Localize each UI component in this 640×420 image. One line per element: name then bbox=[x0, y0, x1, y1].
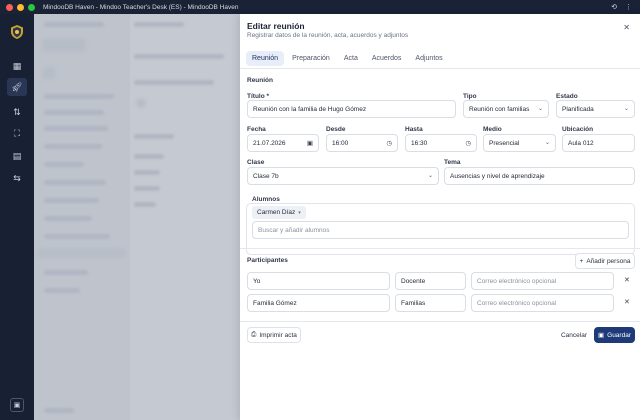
footer-divider bbox=[240, 321, 640, 322]
participant-email-input[interactable]: Correo electrónico opcional bbox=[471, 294, 614, 312]
clase-value: Clase 7b bbox=[253, 172, 279, 180]
scan-icon[interactable]: ⛶ bbox=[11, 127, 23, 139]
print-minutes-label: Imprimir acta bbox=[259, 331, 297, 339]
panel-tabs: Reunión Preparación Acta Acuerdos Adjunt… bbox=[246, 51, 449, 66]
participant-email-placeholder: Correo electrónico opcional bbox=[477, 277, 557, 285]
titulo-value: Reunión con la familia de Hugo Gómez bbox=[253, 105, 367, 113]
clase-select[interactable]: Clase 7b ⌄ bbox=[247, 167, 439, 185]
ubicacion-label: Ubicación bbox=[562, 126, 594, 133]
fecha-label: Fecha bbox=[247, 126, 266, 133]
participant-email-input[interactable]: Correo electrónico opcional bbox=[471, 272, 614, 290]
participantes-label: Participantes bbox=[247, 257, 288, 264]
tipo-label: Tipo bbox=[463, 93, 477, 100]
titulo-label: Título * bbox=[247, 93, 270, 100]
save-icon: ▣ bbox=[597, 332, 605, 339]
tab-acta[interactable]: Acta bbox=[338, 51, 364, 66]
medio-label: Medio bbox=[483, 126, 502, 133]
participant-role-value: Docente bbox=[401, 277, 426, 285]
printer-icon: ⎙ bbox=[251, 331, 257, 338]
medio-select[interactable]: Presencial ⌄ bbox=[483, 134, 556, 152]
tab-adjuntos[interactable]: Adjuntos bbox=[409, 51, 448, 66]
switch-icon[interactable]: ⇆ bbox=[11, 172, 23, 184]
save-label: Guardar bbox=[607, 331, 631, 339]
hasta-input[interactable]: 16:30 ◷ bbox=[405, 134, 477, 152]
rocket-icon[interactable]: 🚀︎ bbox=[7, 78, 27, 96]
remove-participant-icon[interactable]: ✕ bbox=[624, 298, 630, 306]
alumnos-label: Alumnos bbox=[252, 196, 280, 203]
alumnos-search-input[interactable]: Buscar y añadir alumnos bbox=[252, 221, 629, 239]
save-button[interactable]: ▣ Guardar bbox=[594, 327, 635, 343]
titlebar-menu-icon[interactable]: ⋮ bbox=[625, 3, 632, 11]
ubicacion-input[interactable]: Aula 012 bbox=[562, 134, 635, 152]
titulo-input[interactable]: Reunión con la familia de Hugo Gómez bbox=[247, 100, 456, 118]
plus-icon: + bbox=[579, 257, 584, 265]
medio-value: Presencial bbox=[489, 139, 520, 147]
estado-label: Estado bbox=[556, 93, 578, 100]
participant-role-input[interactable]: Familias bbox=[395, 294, 466, 312]
window-minimize-button[interactable] bbox=[17, 3, 24, 11]
estado-select[interactable]: Planificada ⌄ bbox=[556, 100, 635, 118]
clase-label: Clase bbox=[247, 159, 265, 166]
ubicacion-value: Aula 012 bbox=[568, 139, 594, 147]
participant-name-value: Yo bbox=[253, 277, 261, 285]
participant-name-value: Familia Gómez bbox=[253, 299, 297, 307]
settings-icon[interactable]: ▣ bbox=[10, 398, 24, 412]
participant-role-input[interactable]: Docente bbox=[395, 272, 466, 290]
clock-icon[interactable]: ◷ bbox=[465, 139, 471, 147]
tabs-divider bbox=[240, 68, 640, 69]
chevron-down-icon: ⌄ bbox=[537, 106, 543, 112]
participant-name-input[interactable]: Yo bbox=[247, 272, 390, 290]
close-icon[interactable]: ✕ bbox=[623, 23, 630, 32]
tipo-select[interactable]: Reunión con familias ⌄ bbox=[463, 100, 549, 118]
shield-logo-icon bbox=[11, 25, 23, 39]
window-close-button[interactable] bbox=[6, 3, 13, 11]
remove-participant-icon[interactable]: ✕ bbox=[624, 276, 630, 284]
section-title: Reunión bbox=[247, 77, 273, 84]
window-title: MindooDB Haven - Mindoo Teacher's Desk (… bbox=[43, 3, 239, 11]
fecha-value: 21.07.2026 bbox=[253, 139, 286, 147]
chevron-down-icon: ⌄ bbox=[427, 173, 433, 179]
participant-role-value: Familias bbox=[401, 299, 426, 307]
clock-icon[interactable]: ◷ bbox=[386, 139, 392, 147]
tema-input[interactable]: Ausencias y nivel de aprendizaje bbox=[444, 167, 635, 185]
alumnos-search-placeholder: Buscar y añadir alumnos bbox=[258, 226, 330, 234]
tema-value: Ausencias y nivel de aprendizaje bbox=[450, 172, 545, 180]
chevron-down-icon: ⌄ bbox=[544, 140, 550, 146]
student-chip-label: Carmen Díaz bbox=[257, 209, 296, 216]
section-divider bbox=[240, 248, 640, 249]
tab-preparacion[interactable]: Preparación bbox=[286, 51, 336, 66]
dashboard-grid-icon[interactable]: ▦ bbox=[11, 60, 23, 72]
window-maximize-button[interactable] bbox=[28, 3, 35, 11]
chevron-down-icon[interactable]: ▾ bbox=[298, 210, 301, 216]
calendar-icon[interactable]: ▣ bbox=[307, 139, 313, 147]
desde-value: 16:00 bbox=[332, 139, 349, 147]
tab-reunion[interactable]: Reunión bbox=[246, 51, 285, 66]
tab-acuerdos[interactable]: Acuerdos bbox=[366, 51, 408, 66]
tema-label: Tema bbox=[444, 159, 461, 166]
edit-meeting-panel: Editar reunión Registrar datos de la reu… bbox=[240, 14, 640, 420]
add-person-label: Añadir persona bbox=[586, 257, 631, 265]
student-chip[interactable]: Carmen Díaz ▾ bbox=[252, 206, 306, 219]
participant-email-placeholder: Correo electrónico opcional bbox=[477, 299, 557, 307]
tipo-value: Reunión con familias bbox=[469, 105, 530, 113]
participant-name-input[interactable]: Familia Gómez bbox=[247, 294, 390, 312]
panel-title: Editar reunión bbox=[247, 21, 305, 31]
estado-value: Planificada bbox=[562, 105, 594, 113]
titlebar-sync-icon[interactable]: ⟲ bbox=[611, 3, 617, 11]
desde-label: Desde bbox=[326, 126, 346, 133]
modal-backdrop[interactable] bbox=[34, 14, 240, 420]
add-person-button[interactable]: + Añadir persona bbox=[575, 253, 635, 269]
app-sidebar: ▦ 🚀︎ ⇅ ⛶ ▤ ⇆ ▣ bbox=[0, 14, 34, 420]
calendar-icon[interactable]: ▤ bbox=[11, 150, 23, 162]
desde-input[interactable]: 16:00 ◷ bbox=[326, 134, 398, 152]
chevron-down-icon: ⌄ bbox=[623, 106, 629, 112]
transfer-arrows-icon[interactable]: ⇅ bbox=[11, 106, 23, 118]
panel-subtitle: Registrar datos de la reunión, acta, acu… bbox=[247, 32, 409, 39]
cancel-button[interactable]: Cancelar bbox=[558, 327, 590, 343]
fecha-input[interactable]: 21.07.2026 ▣ bbox=[247, 134, 319, 152]
window-titlebar: MindooDB Haven - Mindoo Teacher's Desk (… bbox=[0, 0, 640, 14]
hasta-label: Hasta bbox=[405, 126, 423, 133]
print-minutes-button[interactable]: ⎙ Imprimir acta bbox=[247, 327, 301, 343]
hasta-value: 16:30 bbox=[411, 139, 428, 147]
